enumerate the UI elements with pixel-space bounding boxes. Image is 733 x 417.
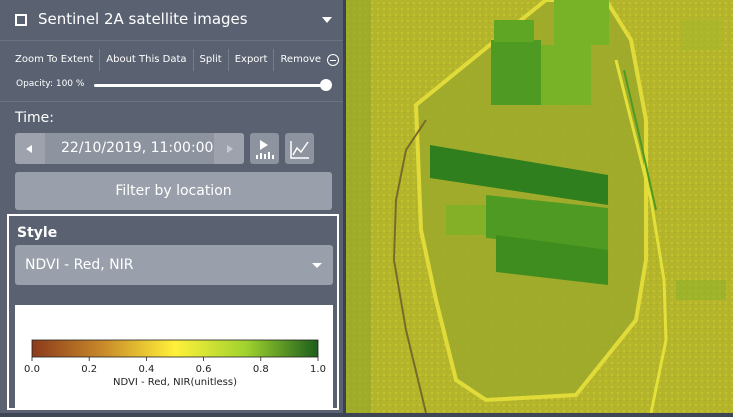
legend-tick-label: 1.0 [310, 364, 326, 375]
terrain-zone [681, 20, 721, 50]
divider [0, 101, 343, 102]
remove-button[interactable]: Remove [274, 49, 325, 71]
crop-field [446, 205, 486, 235]
terrain-zone [676, 280, 726, 300]
zoom-to-extent-button[interactable]: Zoom To Extent [0, 49, 101, 71]
style-select-value[interactable]: NDVI - Red, NIR [25, 257, 134, 273]
satellite-image[interactable] [346, 0, 733, 414]
chevron-down-icon[interactable] [322, 17, 332, 23]
legend-title: NDVI - Red, NIR(unitless) [113, 377, 237, 388]
workbench-panel: Sentinel 2A satellite images Zoom To Ext… [0, 0, 346, 413]
date-value[interactable]: 22/10/2019, 11:00:00 [61, 140, 213, 156]
map-view[interactable] [346, 0, 733, 414]
opacity-label: Opacity: 100 % [16, 79, 85, 89]
export-button[interactable]: Export [229, 49, 275, 71]
date-picker[interactable]: 22/10/2019, 11:00:00 [15, 133, 244, 164]
legend-tick-label: 0.2 [81, 364, 97, 375]
crop-field [491, 40, 541, 105]
chevron-down-icon[interactable] [312, 263, 322, 268]
next-date-button[interactable] [214, 133, 244, 164]
layer-title: Sentinel 2A satellite images [38, 10, 248, 28]
opacity-slider-track[interactable] [94, 84, 326, 87]
remove-circle-icon[interactable] [327, 54, 340, 66]
split-button[interactable]: Split [194, 49, 229, 71]
legend-tick-label: 0.6 [196, 364, 212, 375]
line-chart-icon [290, 141, 309, 159]
legend-tick-label: 0.4 [138, 364, 154, 375]
style-label: Style [17, 225, 58, 241]
play-chart-icon [256, 140, 274, 159]
legend-graphic: 0.0 0.2 0.4 0.6 0.8 1.0 NDVI - Red, NIR(unitl… [24, 339, 326, 388]
terrain-zone [346, 0, 371, 413]
legend-color-bar [31, 339, 319, 358]
crop-field [554, 0, 609, 45]
legend-tick-label: 0.0 [24, 364, 40, 375]
time-label: Time: [15, 110, 54, 126]
crop-field [494, 20, 534, 42]
play-timeline-button[interactable] [250, 133, 279, 164]
layer-actions: Zoom To Extent About This Data Split Exp… [0, 48, 343, 72]
about-this-data-button[interactable]: About This Data [100, 49, 194, 71]
layer-visibility-checkbox[interactable] [15, 14, 27, 26]
legend-tick-label: 0.8 [253, 364, 269, 375]
legend-ticks: 0.0 0.2 0.4 0.6 0.8 1.0 [24, 357, 326, 375]
crop-field [541, 45, 591, 105]
legend: 0.0 0.2 0.4 0.6 0.8 1.0 NDVI - Red, NIR(unitl… [15, 305, 333, 408]
chart-button[interactable] [285, 133, 314, 164]
previous-date-button[interactable] [15, 133, 45, 164]
style-select[interactable]: NDVI - Red, NIR [15, 245, 333, 285]
layer-header[interactable]: Sentinel 2A satellite images [0, 0, 343, 41]
filter-by-location-button[interactable]: Filter by location [15, 172, 332, 210]
style-section: Style NDVI - Red, NIR 0.0 0.2 0.4 0.6 0.8 1.0 [7, 214, 339, 410]
opacity-slider-thumb[interactable] [320, 79, 332, 91]
